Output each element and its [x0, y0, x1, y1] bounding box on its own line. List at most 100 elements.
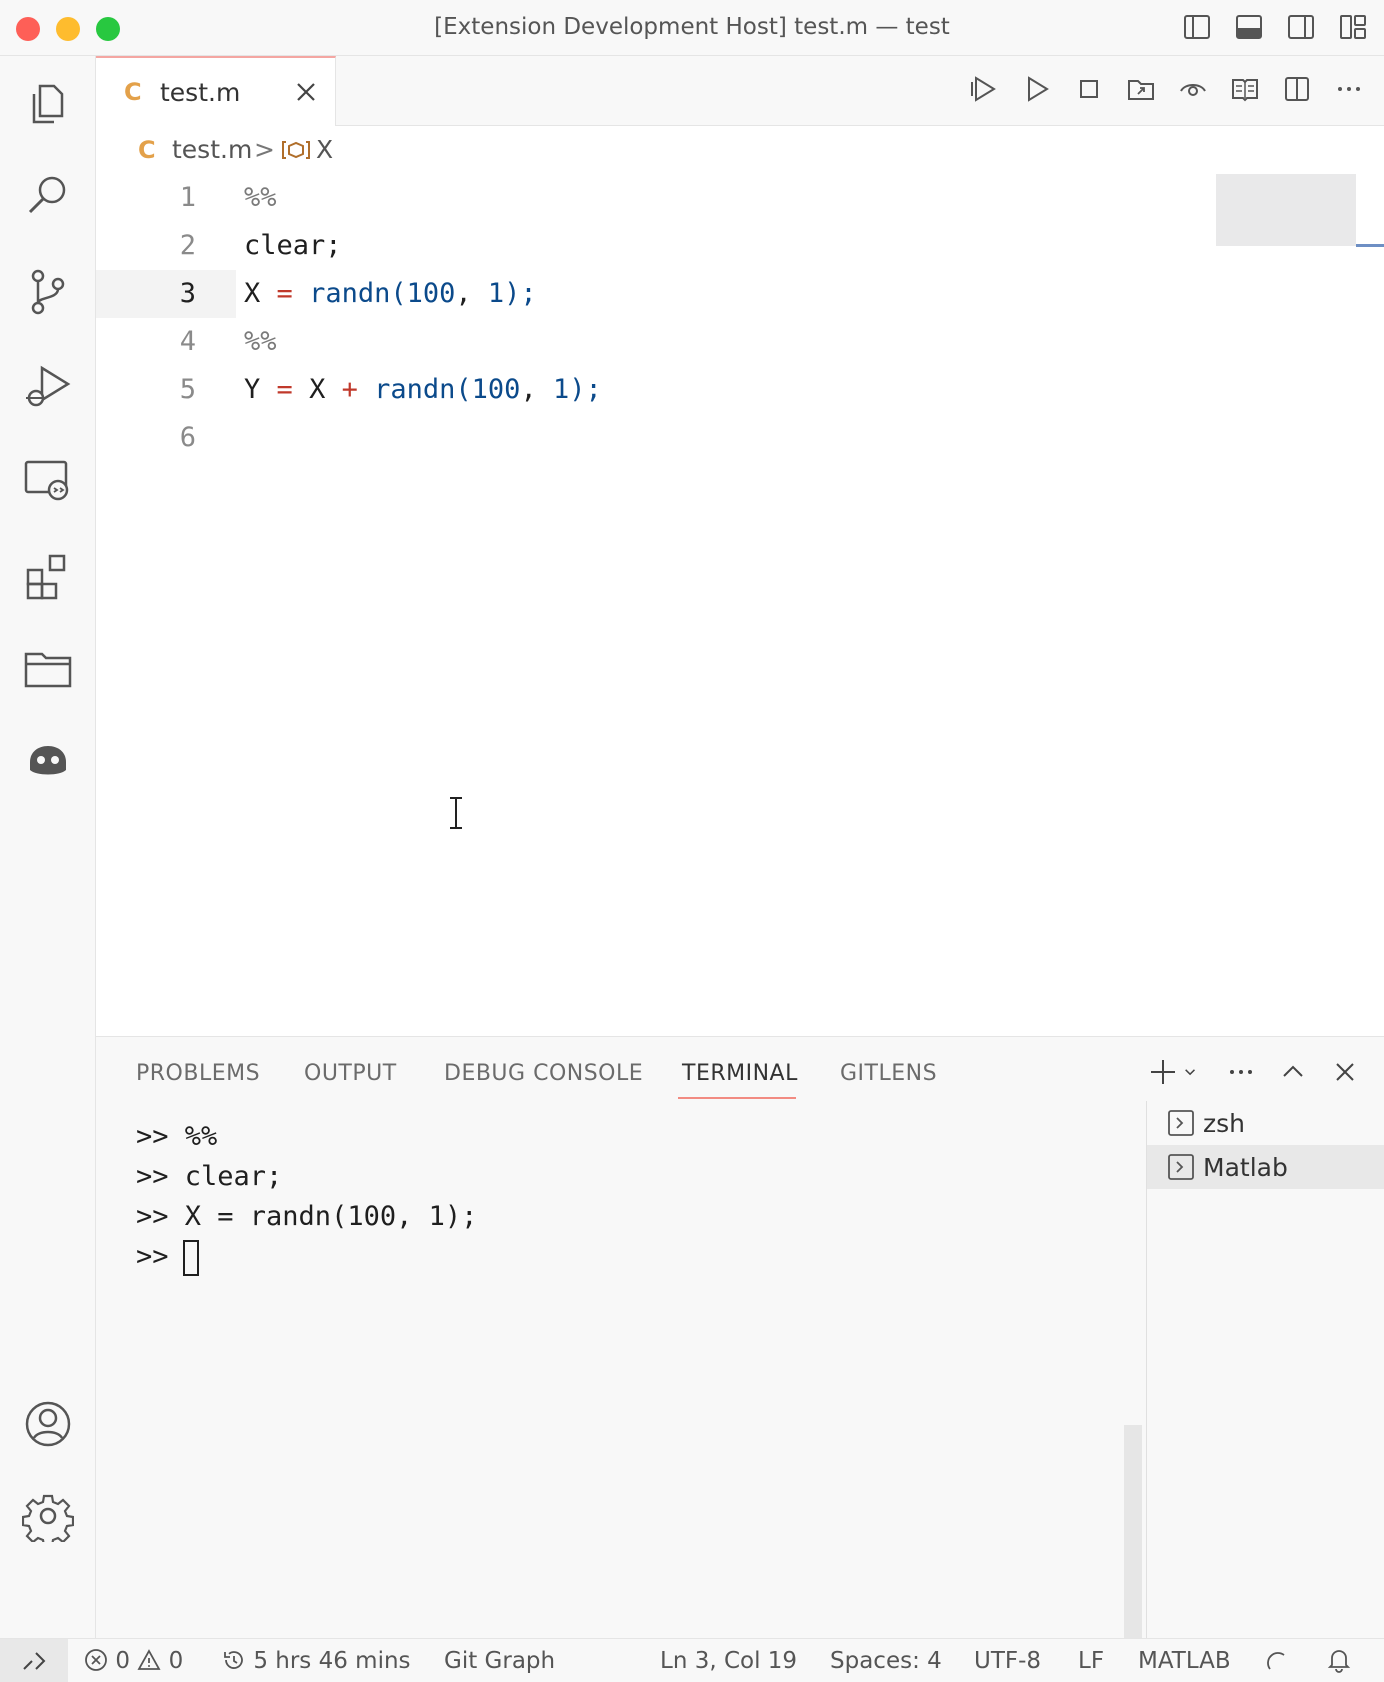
- open-preview-icon[interactable]: [1230, 74, 1260, 104]
- status-bar: 0 0 5 hrs 46 mins Git Graph Ln 3, Col 19…: [0, 1638, 1384, 1682]
- line-number: 5: [179, 374, 196, 405]
- token: Y: [244, 374, 261, 405]
- terminal-output[interactable]: >> %% >> clear; >> X = randn(100, 1); >>: [136, 1117, 477, 1277]
- token: randn(: [374, 374, 472, 405]
- run-icon[interactable]: [1022, 74, 1052, 104]
- code-line[interactable]: 1 %%: [96, 174, 1196, 222]
- variable-symbol-icon: [282, 141, 310, 159]
- terminal-line: >> %%: [136, 1121, 218, 1152]
- open-folder-icon[interactable]: [1126, 74, 1156, 104]
- line-number: 2: [179, 230, 196, 261]
- run-debug-icon[interactable]: [22, 360, 74, 412]
- customize-layout-icon[interactable]: [1338, 12, 1368, 42]
- active-tab-indicator: [678, 1097, 796, 1099]
- breadcrumb: C test.m > X: [96, 126, 1384, 174]
- code-line[interactable]: 6: [96, 414, 1196, 462]
- token: );: [504, 278, 537, 309]
- token: randn(: [309, 278, 407, 309]
- title-bar: [Extension Development Host] test.m — te…: [0, 0, 1384, 56]
- line-number: 3: [179, 278, 196, 309]
- close-panel-icon[interactable]: [1330, 1057, 1360, 1087]
- account-icon[interactable]: [22, 1398, 74, 1450]
- git-graph-button[interactable]: Git Graph: [444, 1648, 555, 1674]
- problems-status[interactable]: 0 0: [84, 1648, 183, 1674]
- token: =: [276, 374, 293, 405]
- line-code: clear;: [244, 230, 342, 261]
- terminal-name: zsh: [1203, 1109, 1245, 1138]
- line-code: %%: [244, 326, 277, 357]
- toggle-primary-sidebar-icon[interactable]: [1182, 12, 1212, 42]
- line-code: %%: [244, 182, 277, 213]
- line-code: X = randn(100, 1);: [244, 278, 537, 309]
- code-line[interactable]: 4 %%: [96, 318, 1196, 366]
- cursor-position[interactable]: Ln 3, Col 19: [660, 1648, 797, 1674]
- token: 1: [552, 374, 570, 405]
- token: X: [309, 374, 326, 405]
- time-tracker-status[interactable]: 5 hrs 46 mins: [222, 1648, 411, 1674]
- source-control-icon[interactable]: [22, 266, 74, 318]
- language-mode[interactable]: MATLAB: [1138, 1648, 1231, 1674]
- history-icon: [224, 1651, 243, 1669]
- eye-icon[interactable]: [1178, 74, 1208, 104]
- terminal-item-zsh[interactable]: zsh: [1147, 1101, 1384, 1145]
- toggle-panel-icon[interactable]: [1234, 12, 1264, 42]
- indentation-status[interactable]: Spaces: 4: [830, 1648, 942, 1674]
- tab-output[interactable]: OUTPUT: [304, 1061, 397, 1086]
- error-count: 0: [115, 1648, 130, 1674]
- more-actions-icon[interactable]: [1334, 74, 1364, 104]
- code-line[interactable]: 2 clear;: [96, 222, 1196, 270]
- breadcrumb-symbol[interactable]: X: [316, 135, 333, 164]
- breadcrumb-separator: >: [254, 135, 275, 164]
- split-editor-icon[interactable]: [1282, 74, 1312, 104]
- tab-problems[interactable]: PROBLEMS: [136, 1061, 260, 1086]
- encoding-status[interactable]: UTF-8: [974, 1648, 1041, 1674]
- line-number: 6: [179, 422, 196, 453]
- extensions-icon[interactable]: [22, 550, 74, 602]
- token: ,: [520, 374, 553, 405]
- maximize-panel-icon[interactable]: [1278, 1057, 1308, 1087]
- files-icon[interactable]: [22, 78, 74, 130]
- terminal-line: >> X = randn(100, 1);: [136, 1201, 478, 1232]
- search-icon[interactable]: [22, 170, 74, 222]
- error-icon: [85, 1649, 107, 1671]
- tab-gitlens[interactable]: GITLENS: [840, 1061, 937, 1086]
- token: 100: [471, 374, 521, 405]
- tab-debug-console[interactable]: DEBUG CONSOLE: [444, 1061, 643, 1086]
- bottom-panel: PROBLEMS OUTPUT DEBUG CONSOLE TERMINAL G…: [96, 1036, 1384, 1639]
- terminal-cursor: [182, 1239, 199, 1276]
- terminal-icon: [1168, 1154, 1194, 1180]
- token: ,: [455, 278, 488, 309]
- terminal-line: >> clear;: [136, 1161, 283, 1192]
- code-line[interactable]: 3 X = randn(100, 1);: [96, 270, 1196, 318]
- gear-icon[interactable]: [21, 1490, 75, 1548]
- code-editor[interactable]: 1 %% 2 clear; 3 X = randn(100, 1); 4 %% …: [96, 174, 1384, 1036]
- warning-count: 0: [168, 1648, 184, 1674]
- copilot-icon[interactable]: [22, 732, 74, 784]
- text-cursor-icon: [450, 797, 462, 829]
- run-section-icon[interactable]: [970, 74, 1000, 104]
- editor-tab-bar: C test.m: [96, 56, 1384, 126]
- time-tracked: 5 hrs 46 mins: [253, 1648, 411, 1674]
- bell-icon[interactable]: [1326, 1647, 1352, 1673]
- terminal-prompt-line[interactable]: >>: [136, 1237, 477, 1277]
- breadcrumb-file[interactable]: test.m: [172, 135, 252, 164]
- eol-status[interactable]: LF: [1078, 1648, 1104, 1674]
- remote-explorer-icon[interactable]: [22, 454, 74, 506]
- activity-bar: [0, 56, 96, 1638]
- token: X: [244, 278, 261, 309]
- more-actions-icon[interactable]: [1226, 1057, 1256, 1087]
- terminal-scrollbar[interactable]: [1124, 1425, 1142, 1639]
- close-icon[interactable]: [292, 78, 320, 106]
- toggle-secondary-sidebar-icon[interactable]: [1286, 12, 1316, 42]
- code-line[interactable]: 5 Y = X + randn(100, 1);: [96, 366, 1196, 414]
- new-terminal-icon[interactable]: [1148, 1057, 1178, 1087]
- remote-indicator[interactable]: [0, 1639, 68, 1682]
- tab-label: test.m: [160, 78, 241, 107]
- minimap[interactable]: [1216, 174, 1356, 246]
- stop-icon[interactable]: [1074, 74, 1104, 104]
- tab-terminal[interactable]: TERMINAL: [682, 1061, 798, 1086]
- terminal-item-matlab[interactable]: Matlab: [1147, 1145, 1384, 1189]
- tab-test-m[interactable]: C test.m: [96, 56, 336, 126]
- folder-icon[interactable]: [22, 642, 74, 694]
- chevron-down-icon[interactable]: [1182, 1057, 1204, 1087]
